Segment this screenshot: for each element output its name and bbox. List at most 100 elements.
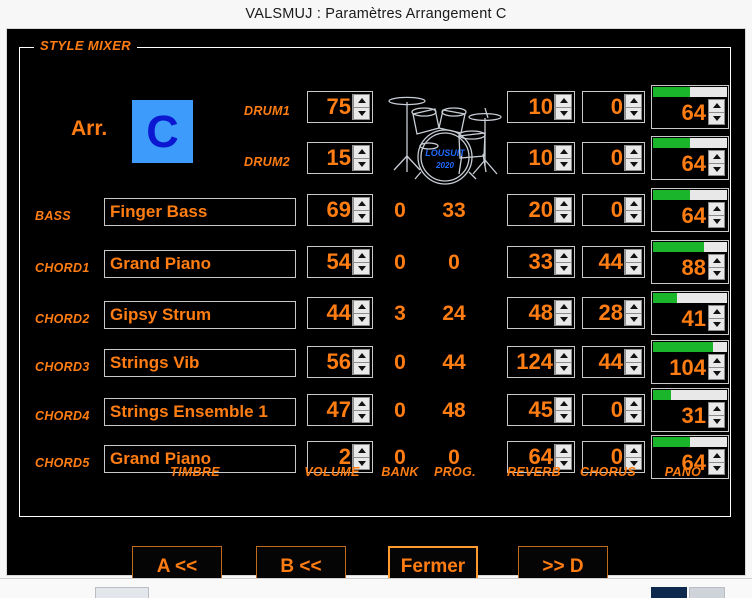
timbre-field-chord4[interactable]: Strings Ensemble 1 (104, 398, 296, 426)
volume-spin-chord1[interactable]: 54 (307, 246, 373, 278)
volume-stepper-chord3[interactable] (352, 349, 370, 375)
arrangement-badge[interactable]: C (132, 100, 193, 163)
chorus-stepper-chord2[interactable] (624, 300, 642, 326)
stepper-down-icon[interactable] (625, 362, 642, 375)
pano-control-drum1[interactable]: 64 (651, 85, 729, 129)
pano-control-chord4[interactable]: 31 (651, 388, 729, 432)
reverb-spin-drum1[interactable]: 10 (507, 91, 575, 123)
pano-stepper-chord4[interactable] (708, 402, 725, 428)
stepper-up-icon[interactable] (555, 397, 572, 411)
reverb-spin-drum2[interactable]: 10 (507, 142, 575, 174)
reverb-stepper-bass[interactable] (554, 197, 572, 223)
chorus-stepper-drum2[interactable] (624, 145, 642, 171)
stepper-up-icon[interactable] (625, 397, 642, 411)
volume-stepper-bass[interactable] (352, 197, 370, 223)
stepper-up-icon[interactable] (708, 354, 725, 368)
pano-stepper-drum2[interactable] (708, 150, 725, 176)
stepper-down-icon[interactable] (625, 262, 642, 275)
timbre-field-chord1[interactable]: Grand Piano (104, 250, 296, 278)
stepper-up-icon[interactable] (625, 444, 642, 458)
stepper-down-icon[interactable] (555, 262, 572, 275)
chorus-spin-chord2[interactable]: 28 (582, 297, 645, 329)
stepper-down-icon[interactable] (708, 163, 725, 176)
volume-stepper-drum1[interactable] (352, 94, 370, 120)
stepper-down-icon[interactable] (353, 107, 370, 120)
reverb-spin-chord4[interactable]: 45 (507, 394, 575, 426)
timbre-field-chord2[interactable]: Gipsy Strum (104, 301, 296, 329)
stepper-up-icon[interactable] (353, 300, 370, 314)
stepper-up-icon[interactable] (555, 349, 572, 363)
stepper-down-icon[interactable] (555, 158, 572, 171)
pano-stepper-chord1[interactable] (708, 254, 725, 280)
stepper-down-icon[interactable] (708, 112, 725, 125)
reverb-stepper-chord1[interactable] (554, 249, 572, 275)
chorus-spin-drum1[interactable]: 0 (582, 91, 645, 123)
pano-stepper-drum1[interactable] (708, 99, 725, 125)
stepper-down-icon[interactable] (353, 362, 370, 375)
taskbar-item[interactable] (689, 587, 725, 598)
reverb-stepper-drum2[interactable] (554, 145, 572, 171)
volume-stepper-chord4[interactable] (352, 397, 370, 423)
chorus-stepper-chord1[interactable] (624, 249, 642, 275)
pano-control-chord1[interactable]: 88 (651, 240, 729, 284)
chorus-stepper-chord4[interactable] (624, 397, 642, 423)
volume-spin-drum2[interactable]: 15 (307, 142, 373, 174)
chorus-stepper-drum1[interactable] (624, 94, 642, 120)
chorus-spin-chord4[interactable]: 0 (582, 394, 645, 426)
stepper-up-icon[interactable] (708, 202, 725, 216)
stepper-down-icon[interactable] (353, 262, 370, 275)
taskbar-item[interactable] (95, 587, 149, 598)
stepper-up-icon[interactable] (625, 197, 642, 211)
stepper-up-icon[interactable] (708, 254, 725, 268)
stepper-down-icon[interactable] (708, 318, 725, 331)
timbre-field-chord3[interactable]: Strings Vib (104, 349, 296, 377)
stepper-up-icon[interactable] (353, 349, 370, 363)
reverb-stepper-chord2[interactable] (554, 300, 572, 326)
stepper-down-icon[interactable] (353, 410, 370, 423)
volume-stepper-chord1[interactable] (352, 249, 370, 275)
stepper-up-icon[interactable] (353, 94, 370, 108)
stepper-up-icon[interactable] (555, 145, 572, 159)
stepper-up-icon[interactable] (708, 305, 725, 319)
pano-stepper-chord3[interactable] (708, 354, 725, 380)
stepper-up-icon[interactable] (625, 300, 642, 314)
chorus-spin-bass[interactable]: 0 (582, 194, 645, 226)
stepper-up-icon[interactable] (353, 444, 370, 458)
stepper-up-icon[interactable] (555, 94, 572, 108)
stepper-up-icon[interactable] (625, 249, 642, 263)
stepper-down-icon[interactable] (625, 158, 642, 171)
chorus-spin-drum2[interactable]: 0 (582, 142, 645, 174)
stepper-down-icon[interactable] (625, 410, 642, 423)
stepper-down-icon[interactable] (708, 415, 725, 428)
stepper-down-icon[interactable] (555, 210, 572, 223)
stepper-up-icon[interactable] (625, 145, 642, 159)
stepper-up-icon[interactable] (708, 99, 725, 113)
stepper-down-icon[interactable] (555, 362, 572, 375)
stepper-down-icon[interactable] (708, 267, 725, 280)
stepper-up-icon[interactable] (555, 249, 572, 263)
stepper-down-icon[interactable] (625, 210, 642, 223)
chorus-spin-chord1[interactable]: 44 (582, 246, 645, 278)
stepper-up-icon[interactable] (708, 150, 725, 164)
volume-spin-chord4[interactable]: 47 (307, 394, 373, 426)
stepper-down-icon[interactable] (555, 107, 572, 120)
pano-control-bass[interactable]: 64 (651, 188, 729, 232)
stepper-down-icon[interactable] (625, 313, 642, 326)
stepper-down-icon[interactable] (555, 313, 572, 326)
volume-spin-drum1[interactable]: 75 (307, 91, 373, 123)
stepper-up-icon[interactable] (353, 145, 370, 159)
stepper-up-icon[interactable] (625, 94, 642, 108)
chorus-stepper-bass[interactable] (624, 197, 642, 223)
stepper-down-icon[interactable] (353, 158, 370, 171)
stepper-down-icon[interactable] (625, 107, 642, 120)
taskbar-item[interactable] (651, 587, 687, 598)
stepper-up-icon[interactable] (353, 249, 370, 263)
reverb-spin-bass[interactable]: 20 (507, 194, 575, 226)
stepper-up-icon[interactable] (555, 444, 572, 458)
reverb-spin-chord3[interactable]: 124 (507, 346, 575, 378)
reverb-stepper-chord4[interactable] (554, 397, 572, 423)
stepper-up-icon[interactable] (555, 197, 572, 211)
volume-spin-chord3[interactable]: 56 (307, 346, 373, 378)
timbre-field-bass[interactable]: Finger Bass (104, 198, 296, 226)
stepper-up-icon[interactable] (625, 349, 642, 363)
